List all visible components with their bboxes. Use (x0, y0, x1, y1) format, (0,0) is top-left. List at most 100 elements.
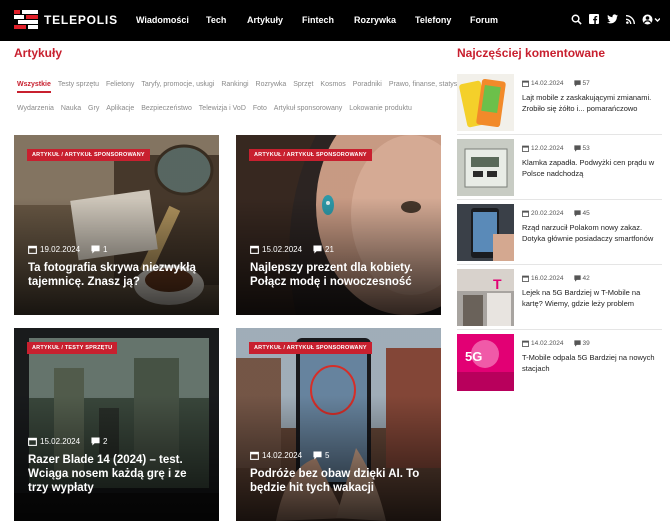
article-card[interactable]: ARTYKUŁ / ARTYKUŁ SPONSOROWANY 14.02.202… (236, 328, 441, 521)
comment-icon (313, 451, 322, 460)
nav-item-tech[interactable]: Tech (206, 15, 226, 25)
calendar-icon (28, 245, 37, 254)
comment-icon (91, 245, 100, 254)
nav-item-artykuly[interactable]: Artykuły (247, 15, 283, 25)
search-icon[interactable] (570, 13, 582, 25)
divider (457, 264, 662, 265)
filter-poradniki[interactable]: Poradniki (353, 81, 382, 88)
comment-icon (313, 245, 322, 254)
comment-icon (91, 437, 100, 446)
item-comment-count: 53 (582, 145, 590, 152)
category-badge[interactable]: ARTYKUŁ / ARTYKUŁ SPONSOROWANY (27, 149, 150, 161)
calendar-icon (250, 245, 259, 254)
most-commented-item[interactable]: 12.02.2024 53 Klamka zapadła. Podwyżki c… (457, 139, 662, 197)
item-comment-count: 45 (582, 210, 590, 217)
comment-icon (573, 145, 581, 152)
article-thumbnail[interactable] (457, 139, 514, 196)
article-thumbnail[interactable]: 5G (457, 334, 514, 391)
user-icon[interactable] (642, 13, 660, 25)
item-date: 12.02.2024 (531, 145, 564, 152)
item-title[interactable]: Klamka zapadła. Podwyżki cen prądu w Pol… (522, 157, 662, 179)
filter-wszystkie[interactable]: Wszystkie (17, 81, 51, 93)
most-commented-item[interactable]: 14.02.2024 57 Lajt mobile z zaskakującym… (457, 74, 662, 132)
calendar-icon (522, 210, 529, 217)
rss-icon[interactable] (624, 13, 636, 25)
most-commented-item[interactable]: 20.02.2024 45 Rząd narzucił Polakom nowy… (457, 204, 662, 262)
divider (457, 199, 662, 200)
filter-bezpieczenstwo[interactable]: Bezpieczeństwo (141, 105, 192, 112)
comment-icon (573, 340, 581, 347)
category-badge[interactable]: ARTYKUŁ / ARTYKUŁ SPONSOROWANY (249, 149, 372, 161)
filter-testy-sprzetu[interactable]: Testy sprzętu (58, 81, 99, 88)
filter-taryfy[interactable]: Taryfy, promocje, usługi (141, 81, 214, 88)
article-card[interactable]: ARTYKUŁ / ARTYKUŁ SPONSOROWANY 19.02.202… (14, 135, 219, 315)
filter-nauka[interactable]: Nauka (61, 105, 81, 112)
most-commented-item[interactable]: T 16.02.2024 42 Lejek na 5G Bardziej w T… (457, 269, 662, 327)
comment-icon (573, 275, 581, 282)
article-title[interactable]: Ta fotografia skrywa niezwykłą tajemnicę… (28, 261, 209, 289)
article-title[interactable]: Podróże bez obaw dzięki AI. To będzie hi… (250, 467, 431, 495)
filter-kosmos[interactable]: Kosmos (320, 81, 345, 88)
item-comment-count: 39 (582, 340, 590, 347)
comment-count: 5 (325, 451, 330, 460)
svg-text:T: T (493, 276, 502, 292)
article-title[interactable]: Najlepszy prezent dla kobiety. Połącz mo… (250, 261, 431, 289)
item-title[interactable]: Lejek na 5G Bardziej w T-Mobile na kartę… (522, 287, 662, 309)
filter-felietony[interactable]: Felietony (106, 81, 134, 88)
filter-sprzet[interactable]: Sprzęt (293, 81, 313, 88)
category-filters-row-2: Wydarzenia Nauka Gry Aplikacje Bezpiecze… (17, 105, 417, 112)
item-date: 16.02.2024 (531, 275, 564, 282)
article-card[interactable]: ARTYKUŁ / ARTYKUŁ SPONSOROWANY 15.02.202… (236, 135, 441, 315)
filter-telewizja[interactable]: Telewizja i VoD (199, 105, 246, 112)
filter-lokowanie-produktu[interactable]: Lokowanie produktu (349, 105, 412, 112)
filter-rozrywka[interactable]: Rozrywka (256, 81, 287, 88)
logo-mark-icon (14, 10, 38, 29)
articles-section-title: Artykuły (14, 46, 63, 60)
comment-icon (573, 210, 581, 217)
filter-rankingi[interactable]: Rankingi (221, 81, 248, 88)
article-title[interactable]: Razer Blade 14 (2024) – test. Wciąga nos… (28, 453, 209, 495)
nav-item-fintech[interactable]: Fintech (302, 15, 334, 25)
item-title[interactable]: Lajt mobile z zaskakującymi zmianami. Zr… (522, 92, 662, 114)
article-card[interactable]: ARTYKUŁ / TESTY SPRZĘTU 15.02.2024 2 Raz… (14, 328, 219, 521)
filter-wydarzenia[interactable]: Wydarzenia (17, 105, 54, 112)
item-title[interactable]: Rząd narzucił Polakom nowy zakaz. Dotyka… (522, 222, 662, 244)
facebook-icon[interactable] (588, 13, 600, 25)
calendar-icon (522, 80, 529, 87)
nav-item-wiadomosci[interactable]: Wiadomości (136, 15, 189, 25)
calendar-icon (250, 451, 259, 460)
item-comment-count: 57 (582, 80, 590, 87)
article-thumbnail[interactable] (457, 204, 514, 261)
calendar-icon (522, 275, 529, 282)
article-date: 15.02.2024 (40, 437, 81, 446)
divider (457, 329, 662, 330)
item-comment-count: 42 (582, 275, 590, 282)
comment-count: 21 (325, 245, 334, 254)
top-navbar: TELEPOLIS Wiadomości Tech Artykuły Finte… (0, 0, 670, 41)
filter-prawo[interactable]: Prawo, finanse, statystyki (389, 81, 468, 88)
brand-name: TELEPOLIS (44, 12, 118, 27)
svg-text:5G: 5G (465, 349, 482, 364)
twitter-icon[interactable] (606, 13, 618, 25)
category-badge[interactable]: ARTYKUŁ / ARTYKUŁ SPONSOROWANY (249, 342, 372, 354)
category-filters-row-1: Wszystkie Testy sprzętu Felietony Taryfy… (17, 81, 473, 93)
filter-artykul-sponsorowany[interactable]: Artykuł sponsorowany (274, 105, 342, 112)
nav-item-rozrywka[interactable]: Rozrywka (354, 15, 396, 25)
article-thumbnail[interactable]: T (457, 269, 514, 326)
telepolis-logo[interactable]: TELEPOLIS (14, 10, 118, 29)
calendar-icon (522, 145, 529, 152)
item-title[interactable]: T-Mobile odpala 5G Bardziej na nowych st… (522, 352, 662, 374)
most-commented-title: Najczęściej komentowane (457, 46, 606, 60)
filter-gry[interactable]: Gry (88, 105, 99, 112)
category-badge[interactable]: ARTYKUŁ / TESTY SPRZĘTU (27, 342, 118, 354)
filter-aplikacje[interactable]: Aplikacje (106, 105, 134, 112)
item-date: 14.02.2024 (531, 80, 564, 87)
comment-icon (573, 80, 581, 87)
divider (457, 134, 662, 135)
most-commented-item[interactable]: 5G 14.02.2024 39 T-Mobile odpala 5G Bard… (457, 334, 662, 392)
nav-item-forum[interactable]: Forum (470, 15, 498, 25)
filter-foto[interactable]: Foto (253, 105, 267, 112)
article-thumbnail[interactable] (457, 74, 514, 131)
calendar-icon (28, 437, 37, 446)
nav-item-telefony[interactable]: Telefony (415, 15, 451, 25)
